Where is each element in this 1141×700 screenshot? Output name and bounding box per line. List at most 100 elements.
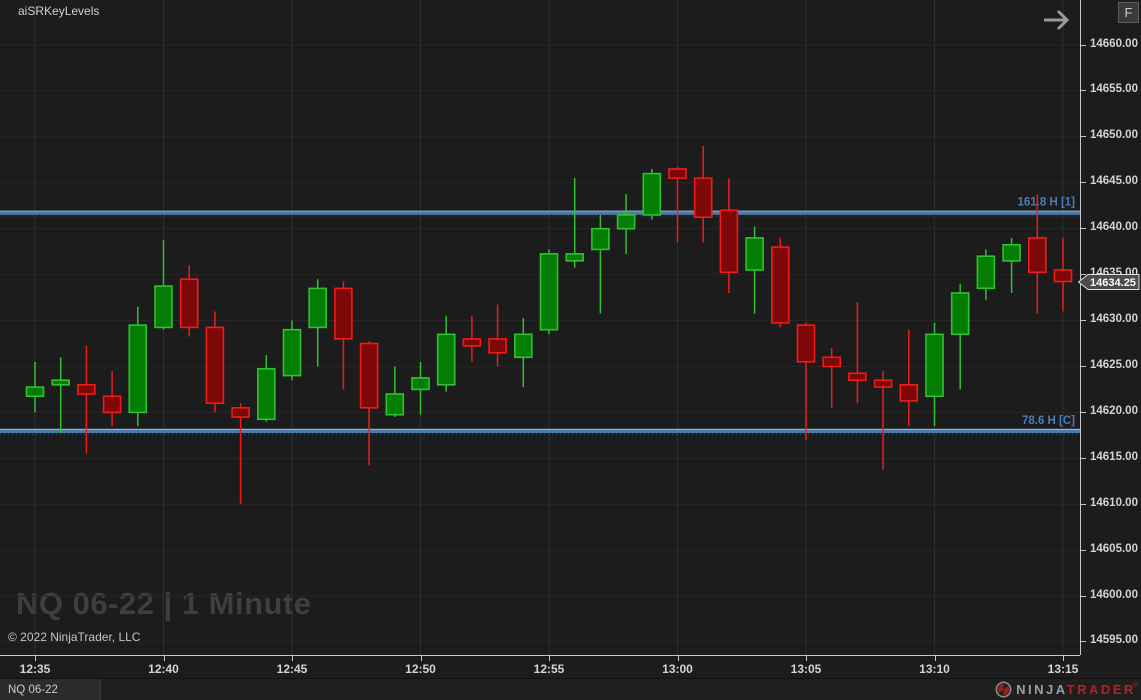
time-axis-tick [806, 656, 807, 661]
candle [1003, 238, 1020, 293]
candle [926, 323, 943, 426]
price-tick-label: 14650.00 [1090, 129, 1138, 141]
brand-ninja: NINJA [1016, 682, 1067, 697]
time-axis-tick [678, 656, 679, 661]
candle [155, 240, 172, 330]
candle [875, 371, 892, 470]
price-tick-label: 14645.00 [1090, 175, 1138, 187]
candle [129, 307, 146, 426]
time-axis-tick [549, 656, 550, 661]
candle [386, 367, 403, 418]
price-tick-label: 14660.00 [1090, 38, 1138, 50]
candle [27, 362, 44, 413]
price-axis-tick [1081, 320, 1086, 321]
time-tick-label: 12:40 [142, 662, 186, 676]
time-tick-label: 13:00 [656, 662, 700, 676]
chart-plot-area[interactable]: 161.8 H [1] 78.6 H [C] [0, 0, 1080, 655]
candle [258, 355, 275, 422]
fixed-scale-button[interactable]: F [1118, 2, 1139, 23]
time-tick-label: 12:50 [399, 662, 443, 676]
tab-nq-06-22[interactable]: NQ 06-22 [0, 679, 101, 700]
price-tick-label: 14620.00 [1090, 405, 1138, 417]
price-axis-tick [1081, 641, 1086, 642]
candle [746, 226, 763, 313]
candle [849, 302, 866, 403]
candle [798, 323, 815, 440]
candle [772, 238, 789, 328]
candle [720, 178, 737, 293]
ninjatrader-logo-icon [995, 681, 1012, 698]
sr-level-line[interactable]: 78.6 H [C] [0, 415, 1080, 434]
price-tick-label: 14625.00 [1090, 359, 1138, 371]
go-to-end-arrow-icon[interactable] [1041, 5, 1073, 35]
sr-level-label: 161.8 H [1] [1017, 197, 1075, 209]
candle [669, 167, 686, 243]
candle [412, 362, 429, 415]
time-axis-tick [1063, 656, 1064, 661]
price-tick-label: 14595.00 [1090, 634, 1138, 646]
time-axis-tick [35, 656, 36, 661]
price-tick-label: 14630.00 [1090, 313, 1138, 325]
candle [1055, 238, 1072, 312]
candle [284, 321, 301, 381]
time-axis[interactable]: 12:3512:4012:4512:5012:5513:0013:0513:10… [0, 655, 1080, 678]
candle [618, 194, 635, 254]
candle [104, 371, 121, 426]
price-axis-tick [1081, 504, 1086, 505]
candle [823, 348, 840, 408]
price-tick-label: 14615.00 [1090, 451, 1138, 463]
price-tick-label: 14605.00 [1090, 543, 1138, 555]
candle [335, 282, 352, 390]
price-axis-tick [1081, 228, 1086, 229]
price-axis-tick [1081, 136, 1086, 137]
price-axis-tick [1081, 182, 1086, 183]
candle [541, 249, 558, 334]
candle [438, 316, 455, 392]
svg-text:14634.25: 14634.25 [1090, 277, 1136, 289]
time-axis-tick [164, 656, 165, 661]
candle [643, 169, 660, 220]
candle [900, 330, 917, 427]
candle [489, 305, 506, 367]
last-price-marker: 14634.25 [1078, 273, 1140, 291]
candle [309, 279, 326, 366]
price-tick-label: 14610.00 [1090, 497, 1138, 509]
brand-registered-mark: ® [1133, 682, 1138, 689]
candle [52, 357, 69, 433]
sr-level-line[interactable]: 161.8 H [1] [0, 197, 1080, 216]
time-tick-label: 12:35 [13, 662, 57, 676]
candle [232, 403, 249, 504]
time-axis-tick [935, 656, 936, 661]
time-tick-label: 13:15 [1041, 662, 1085, 676]
candle [78, 346, 95, 454]
candle [977, 249, 994, 300]
price-axis-tick [1081, 45, 1086, 46]
time-tick-label: 12:45 [270, 662, 314, 676]
time-axis-tick [292, 656, 293, 661]
copyright-notice: © 2022 NinjaTrader, LLC [8, 630, 140, 644]
candle [463, 316, 480, 362]
candle [361, 341, 378, 465]
time-tick-label: 13:10 [913, 662, 957, 676]
candle [515, 318, 532, 387]
price-axis-tick [1081, 458, 1086, 459]
price-axis-tick [1081, 90, 1086, 91]
ninjatrader-chart-window: NQ 06-22 | 1 Minute © 2022 NinjaTrader, … [0, 0, 1141, 700]
candle [695, 146, 712, 243]
bottom-tab-bar: NQ 06-22 NINJATRADER® [0, 678, 1141, 700]
time-tick-label: 12:55 [527, 662, 571, 676]
time-axis-tick [421, 656, 422, 661]
price-axis-tick [1081, 412, 1086, 413]
candle [206, 311, 223, 412]
indicator-name-label: aiSRKeyLevels [18, 4, 99, 18]
candle [592, 215, 609, 314]
sr-level-label: 78.6 H [C] [1022, 415, 1075, 427]
candlestick-chart: 161.8 H [1] 78.6 H [C] [0, 0, 1080, 655]
price-axis-tick [1081, 596, 1086, 597]
price-tick-label: 14640.00 [1090, 221, 1138, 233]
ninjatrader-brand: NINJATRADER® [995, 679, 1138, 700]
brand-trader: TRADER [1067, 682, 1136, 697]
price-axis[interactable]: 14660.0014655.0014650.0014645.0014640.00… [1080, 0, 1141, 655]
candle [181, 265, 198, 336]
candle [566, 178, 583, 268]
